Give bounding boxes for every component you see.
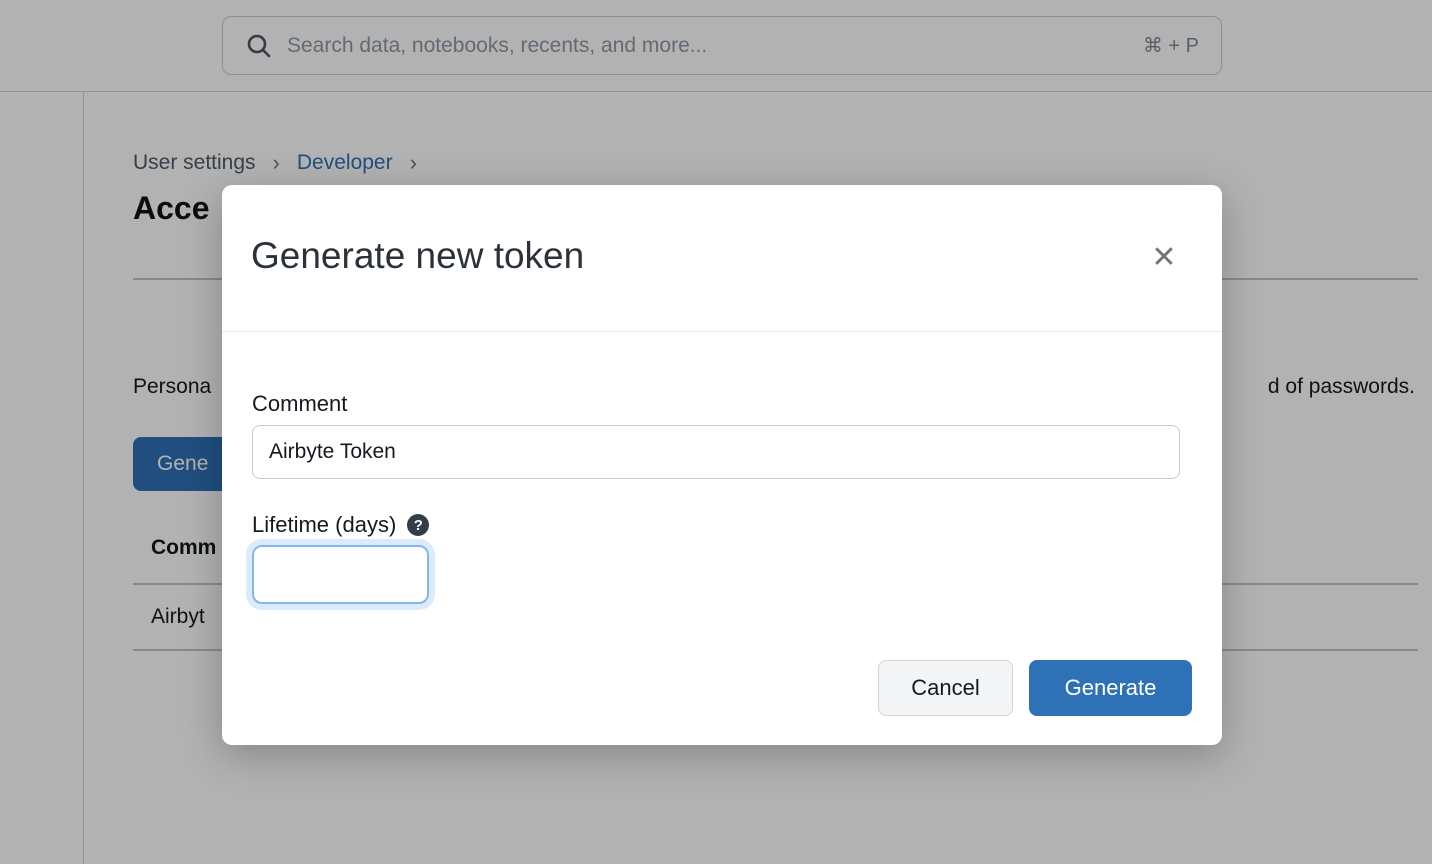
lifetime-input[interactable] bbox=[252, 545, 429, 604]
modal-header: Generate new token ✕ bbox=[222, 185, 1222, 332]
lifetime-label-row: Lifetime (days) ? bbox=[252, 512, 429, 538]
close-icon[interactable]: ✕ bbox=[1146, 240, 1182, 276]
comment-input[interactable] bbox=[252, 425, 1180, 479]
modal-title: Generate new token bbox=[251, 235, 584, 277]
lifetime-field-label: Lifetime (days) bbox=[252, 512, 396, 538]
databricks-user-settings-screen: ⌘ + P User settings › Developer › Acce P… bbox=[0, 0, 1432, 864]
cancel-button[interactable]: Cancel bbox=[878, 660, 1013, 716]
help-icon[interactable]: ? bbox=[407, 514, 429, 536]
comment-field-label: Comment bbox=[252, 391, 347, 417]
generate-button[interactable]: Generate bbox=[1029, 660, 1192, 716]
modal-footer: Cancel Generate bbox=[878, 660, 1192, 716]
generate-token-modal: Generate new token ✕ Comment Lifetime (d… bbox=[222, 185, 1222, 745]
